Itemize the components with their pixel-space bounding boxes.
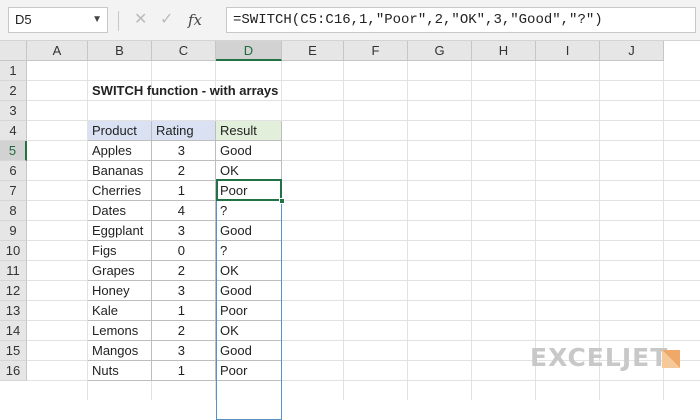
sheet-title[interactable]: SWITCH function - with arrays — [88, 81, 348, 101]
result-cell[interactable]: Good — [216, 281, 282, 301]
row-header-11[interactable]: 11 — [0, 261, 27, 281]
product-cell[interactable]: Lemons — [88, 321, 152, 341]
column-header-f[interactable]: F — [344, 41, 408, 61]
gridline — [343, 61, 344, 400]
rating-cell[interactable]: 3 — [152, 141, 216, 161]
formula-bar-buttons: ✕ ✓ fx — [128, 7, 220, 33]
product-cell[interactable]: Dates — [88, 201, 152, 221]
formula-input[interactable]: =SWITCH(C5:C16,1,"Poor",2,"OK",3,"Good",… — [226, 7, 696, 33]
column-header-i[interactable]: I — [536, 41, 600, 61]
result-cell[interactable]: Poor — [216, 181, 282, 201]
rating-cell[interactable]: 3 — [152, 221, 216, 241]
row-header-2[interactable]: 2 — [0, 81, 27, 101]
row-header-13[interactable]: 13 — [0, 301, 27, 321]
result-cell[interactable]: OK — [216, 321, 282, 341]
row-header-8[interactable]: 8 — [0, 201, 27, 221]
product-cell[interactable]: Grapes — [88, 261, 152, 281]
row-header-10[interactable]: 10 — [0, 241, 27, 261]
result-cell[interactable]: Poor — [216, 361, 282, 381]
row-header-3[interactable]: 3 — [0, 101, 27, 121]
select-all-corner[interactable] — [0, 41, 27, 61]
chevron-down-icon[interactable]: ▼ — [92, 8, 102, 32]
column-header-c[interactable]: C — [152, 41, 216, 61]
row-header-1[interactable]: 1 — [0, 61, 27, 81]
enter-icon[interactable]: ✓ — [160, 7, 173, 33]
cancel-icon[interactable]: ✕ — [134, 7, 147, 33]
row-header-5[interactable]: 5 — [0, 141, 27, 161]
column-header-g[interactable]: G — [408, 41, 472, 61]
result-cell[interactable]: Good — [216, 221, 282, 241]
row-header-7[interactable]: 7 — [0, 181, 27, 201]
result-cell[interactable]: ? — [216, 241, 282, 261]
result-cell[interactable]: Good — [216, 141, 282, 161]
row-header-14[interactable]: 14 — [0, 321, 27, 341]
table-header-result[interactable]: Result — [216, 121, 282, 141]
table-header-product[interactable]: Product — [88, 121, 152, 141]
column-header-e[interactable]: E — [282, 41, 344, 61]
name-box[interactable]: D5 ▼ — [8, 7, 108, 33]
column-header-d[interactable]: D — [216, 41, 282, 61]
exceljet-logo: EXCELJET — [530, 343, 669, 372]
rating-cell[interactable]: 1 — [152, 181, 216, 201]
rating-cell[interactable]: 2 — [152, 261, 216, 281]
column-header-j[interactable]: J — [600, 41, 664, 61]
rating-cell[interactable]: 0 — [152, 241, 216, 261]
product-cell[interactable]: Figs — [88, 241, 152, 261]
rating-cell[interactable]: 2 — [152, 321, 216, 341]
name-box-value: D5 — [15, 12, 32, 27]
result-cell[interactable]: OK — [216, 261, 282, 281]
rating-cell[interactable]: 3 — [152, 341, 216, 361]
exceljet-logo-mark — [662, 350, 680, 368]
product-cell[interactable]: Honey — [88, 281, 152, 301]
row-header-9[interactable]: 9 — [0, 221, 27, 241]
gridline — [471, 61, 472, 400]
product-cell[interactable]: Kale — [88, 301, 152, 321]
row-header-15[interactable]: 15 — [0, 341, 27, 361]
rating-cell[interactable]: 3 — [152, 281, 216, 301]
product-cell[interactable]: Bananas — [88, 161, 152, 181]
gridline — [407, 61, 408, 400]
formula-bar: D5 ▼ ✕ ✓ fx =SWITCH(C5:C16,1,"Poor",2,"O… — [0, 0, 700, 41]
column-header-b[interactable]: B — [88, 41, 152, 61]
result-cell[interactable]: Good — [216, 341, 282, 361]
separator — [118, 11, 119, 31]
row-header-16[interactable]: 16 — [0, 361, 27, 381]
product-cell[interactable]: Apples — [88, 141, 152, 161]
row-header-6[interactable]: 6 — [0, 161, 27, 181]
product-cell[interactable]: Nuts — [88, 361, 152, 381]
rating-cell[interactable]: 2 — [152, 161, 216, 181]
rating-cell[interactable]: 1 — [152, 301, 216, 321]
row-header-12[interactable]: 12 — [0, 281, 27, 301]
result-cell[interactable]: ? — [216, 201, 282, 221]
row-header-4[interactable]: 4 — [0, 121, 27, 141]
product-cell[interactable]: Eggplant — [88, 221, 152, 241]
fx-icon[interactable]: fx — [188, 7, 202, 33]
product-cell[interactable]: Mangos — [88, 341, 152, 361]
rating-cell[interactable]: 4 — [152, 201, 216, 221]
product-cell[interactable]: Cherries — [88, 181, 152, 201]
result-cell[interactable]: Poor — [216, 301, 282, 321]
rating-cell[interactable]: 1 — [152, 361, 216, 381]
column-header-h[interactable]: H — [472, 41, 536, 61]
column-header-a[interactable]: A — [27, 41, 88, 61]
table-header-rating[interactable]: Rating — [152, 121, 216, 141]
fill-handle[interactable] — [279, 198, 285, 204]
result-cell[interactable]: OK — [216, 161, 282, 181]
